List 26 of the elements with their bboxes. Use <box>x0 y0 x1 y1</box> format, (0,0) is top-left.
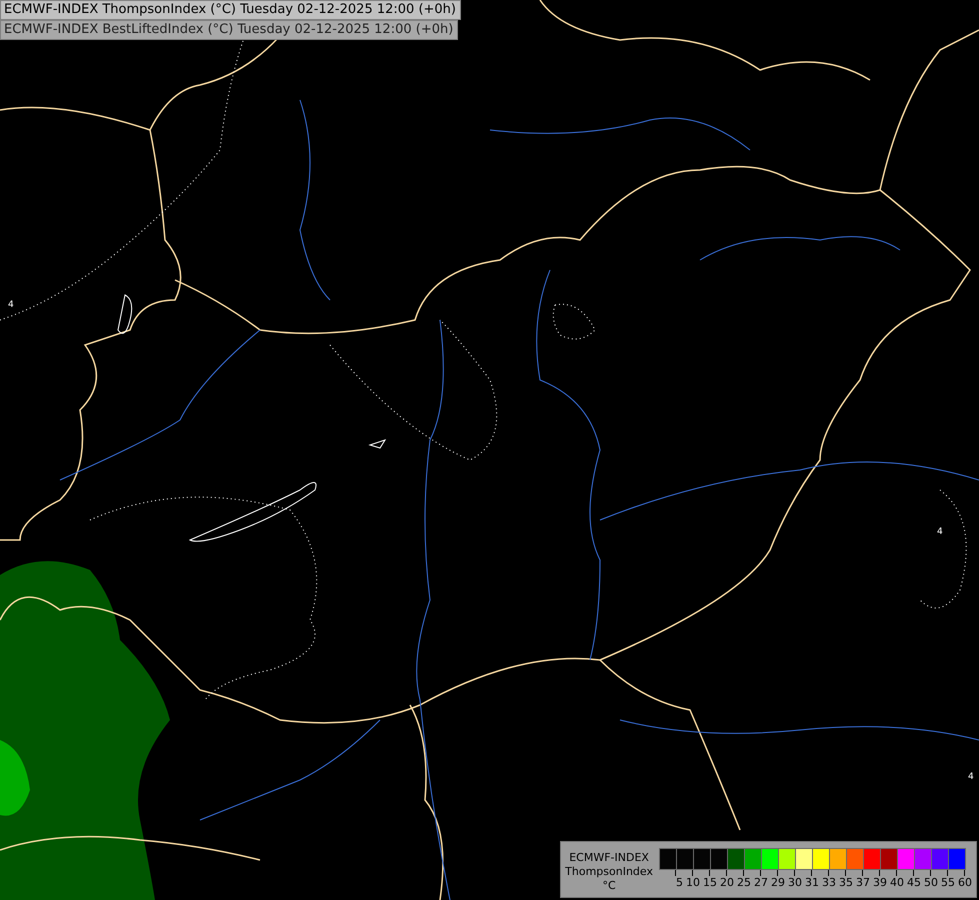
tick-label: 60 <box>958 876 972 889</box>
tick-label: 33 <box>822 876 836 889</box>
legend-title: °C <box>602 879 616 893</box>
map-title: ECMWF-INDEX BestLiftedIndex (°C) Tuesday 02-12-2025 12:00 (+0h) <box>0 20 458 40</box>
contour-label: 4 <box>968 772 974 782</box>
tick-label: 45 <box>907 876 921 889</box>
tick-label: 39 <box>873 876 887 889</box>
tick-label: 40 <box>890 876 904 889</box>
tick-label: 31 <box>805 876 819 889</box>
tick-label: 29 <box>771 876 785 889</box>
legend-title: ThompsonIndex <box>565 865 653 879</box>
map-title: ECMWF-INDEX ThompsonIndex (°C) Tuesday 02-12-2025 12:00 (+0h) <box>0 0 461 20</box>
tick-label: 10 <box>686 876 700 889</box>
tick-label: 15 <box>703 876 717 889</box>
legend-title: ECMWF-INDEX <box>569 851 649 865</box>
tick-label: 5 <box>676 876 683 889</box>
tick-label: 20 <box>720 876 734 889</box>
contour-label: 4 <box>937 527 943 537</box>
tick-label: 30 <box>788 876 802 889</box>
tick-label: 37 <box>856 876 870 889</box>
tick-label: 27 <box>754 876 768 889</box>
tick-label: 35 <box>839 876 853 889</box>
tick-label: 25 <box>737 876 751 889</box>
tick-label: 55 <box>941 876 955 889</box>
contour-label: 4 <box>8 300 14 310</box>
tick-label: 50 <box>924 876 938 889</box>
